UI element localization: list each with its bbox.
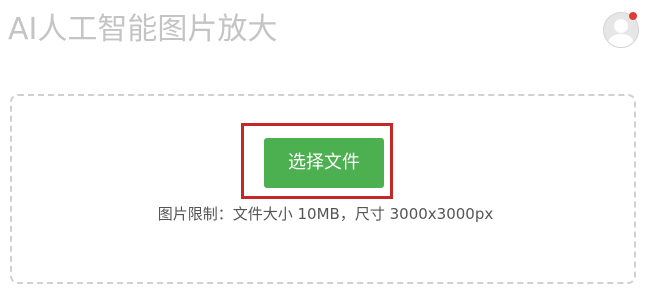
page: AI人工智能图片放大 选择文件 图片限制：文件大小 10MB，尺寸 3000x3…: [0, 0, 651, 305]
upload-limit-text: 图片限制：文件大小 10MB，尺寸 3000x3000px: [157, 205, 494, 223]
choose-file-button[interactable]: 选择文件: [264, 138, 384, 188]
notification-dot: [629, 12, 637, 20]
app-title: AI人工智能图片放大: [8, 12, 278, 47]
